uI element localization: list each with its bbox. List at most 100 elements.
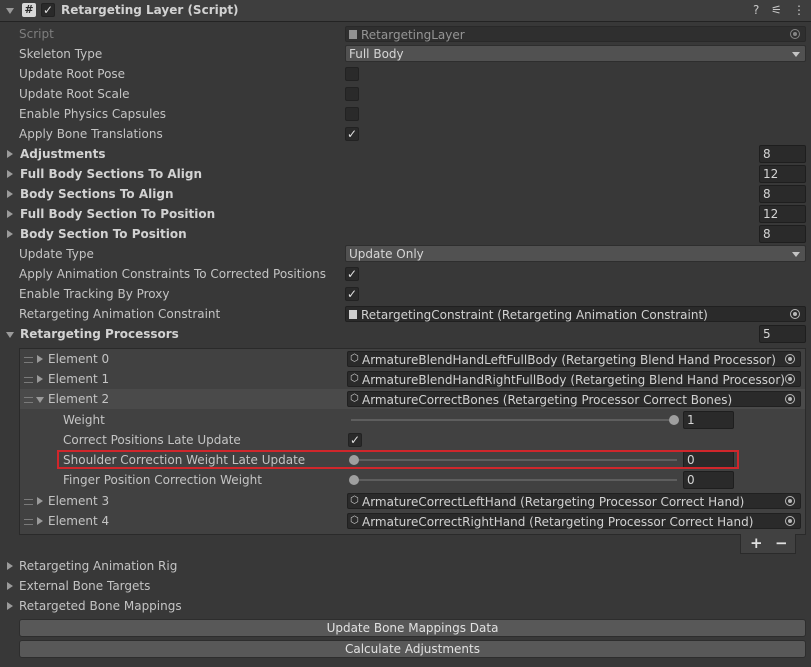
finger-position-correction-weight-slider-handle[interactable] [349, 475, 359, 485]
enable-tracking-by-proxy-checkbox[interactable]: ✓ [345, 287, 359, 301]
retargeted-bone-mappings-label: Retargeted Bone Mappings [19, 599, 182, 613]
apply-animation-constraints-checkbox[interactable]: ✓ [345, 267, 359, 281]
expand-arrow-icon[interactable] [37, 497, 43, 505]
retargeting-processors-size-field[interactable]: 5 [759, 325, 806, 343]
adjustments-row[interactable]: Adjustments 8 [0, 144, 811, 164]
remove-element-button[interactable]: − [775, 534, 788, 552]
finger-position-correction-weight-slider[interactable] [351, 479, 677, 481]
chevron-down-icon [792, 52, 800, 57]
body-section-to-position-row[interactable]: Body Section To Position 8 [0, 224, 811, 244]
collapse-arrow-icon[interactable] [6, 332, 14, 338]
expand-arrow-icon[interactable] [7, 562, 13, 570]
element-object-field[interactable]: ⬡ ArmatureBlendHandLeftFullBody (Retarge… [347, 351, 801, 367]
skeleton-type-row: Skeleton Type Full Body [0, 44, 811, 64]
object-picker-icon[interactable] [790, 309, 800, 319]
update-root-pose-checkbox[interactable] [345, 67, 359, 81]
retargeted-bone-mappings-foldout[interactable]: Retargeted Bone Mappings [0, 596, 811, 616]
weight-value-field[interactable]: 1 [683, 411, 734, 429]
highlight-box [57, 450, 739, 469]
drag-handle-icon[interactable] [24, 357, 33, 363]
list-item-selected: Element 2 ⬡ ArmatureCorrectBones (Retarg… [20, 389, 805, 409]
body-section-to-position-label: Body Section To Position [20, 227, 187, 241]
weight-slider[interactable] [351, 419, 677, 421]
object-picker-icon[interactable] [785, 354, 795, 364]
retargeting-animation-constraint-row: Retargeting Animation Constraint Retarge… [0, 304, 811, 324]
expand-arrow-icon[interactable] [7, 230, 13, 238]
update-root-scale-label: Update Root Scale [19, 87, 130, 101]
weight-slider-handle[interactable] [669, 415, 679, 425]
update-root-scale-checkbox[interactable] [345, 87, 359, 101]
object-picker-icon[interactable] [785, 394, 795, 404]
element-label: Element 1 [48, 372, 110, 386]
context-menu-icon[interactable]: ⋮ [793, 3, 805, 17]
settings-icon[interactable]: ⚟ [771, 3, 782, 17]
help-icon[interactable]: ? [753, 3, 759, 17]
drag-handle-icon[interactable] [24, 397, 33, 403]
body-sections-to-align-size-field[interactable]: 8 [759, 185, 806, 203]
object-picker-icon[interactable] [785, 496, 795, 506]
collapse-arrow-icon[interactable] [36, 397, 44, 403]
enable-physics-capsules-checkbox[interactable] [345, 107, 359, 121]
list-footer: + − [740, 534, 796, 554]
component-title: Retargeting Layer (Script) [61, 3, 239, 17]
element-object-field[interactable]: ⬡ ArmatureCorrectBones (Retargeting Proc… [347, 391, 801, 407]
calculate-adjustments-button[interactable]: Calculate Adjustments [19, 640, 806, 658]
calculate-adjustments-label: Calculate Adjustments [344, 642, 480, 656]
full-body-section-to-position-row[interactable]: Full Body Section To Position 12 [0, 204, 811, 224]
expand-arrow-icon[interactable] [7, 150, 13, 158]
finger-position-correction-weight-row: Finger Position Correction Weight 0 [0, 470, 811, 490]
element-object-value: ArmatureBlendHandRightFullBody (Retarget… [362, 373, 785, 387]
expand-arrow-icon[interactable] [7, 170, 13, 178]
expand-arrow-icon[interactable] [7, 582, 13, 590]
apply-bone-translations-row: Apply Bone Translations ✓ [0, 124, 811, 144]
expand-arrow-icon[interactable] [7, 602, 13, 610]
body-section-to-position-size-field[interactable]: 8 [759, 225, 806, 243]
retargeting-processors-row[interactable]: Retargeting Processors 5 [0, 324, 811, 344]
full-body-section-to-position-size-field[interactable]: 12 [759, 205, 806, 223]
component-enabled-checkbox[interactable]: ✓ [41, 3, 55, 17]
update-type-dropdown[interactable]: Update Only [345, 245, 806, 262]
script-file-icon [349, 310, 357, 319]
correct-positions-late-update-row: Correct Positions Late Update ✓ [0, 430, 811, 450]
finger-position-correction-weight-value-field[interactable]: 0 [683, 471, 734, 489]
body-sections-to-align-row[interactable]: Body Sections To Align 8 [0, 184, 811, 204]
retargeting-animation-rig-label: Retargeting Animation Rig [19, 559, 178, 573]
collapse-arrow-icon[interactable] [6, 8, 14, 14]
update-type-value: Update Only [349, 247, 424, 261]
external-bone-targets-foldout[interactable]: External Bone Targets [0, 576, 811, 596]
component-header: # ✓ Retargeting Layer (Script) ? ⚟ ⋮ [0, 0, 811, 22]
object-picker-icon[interactable] [785, 516, 795, 526]
correct-positions-late-update-checkbox[interactable]: ✓ [348, 433, 362, 447]
script-value: RetargetingLayer [361, 28, 465, 42]
full-body-sections-to-align-row[interactable]: Full Body Sections To Align 12 [0, 164, 811, 184]
element-object-field[interactable]: ⬡ ArmatureCorrectRightHand (Retargeting … [347, 513, 801, 529]
full-body-sections-to-align-size-value: 12 [763, 167, 779, 181]
skeleton-type-dropdown[interactable]: Full Body [345, 45, 806, 62]
apply-bone-translations-checkbox[interactable]: ✓ [345, 127, 359, 141]
object-picker-icon[interactable] [785, 374, 795, 384]
element-object-field[interactable]: ⬡ ArmatureCorrectLeftHand (Retargeting P… [347, 493, 801, 509]
full-body-section-to-position-label: Full Body Section To Position [20, 207, 216, 221]
expand-arrow-icon[interactable] [37, 375, 43, 383]
full-body-sections-to-align-size-field[interactable]: 12 [759, 165, 806, 183]
expand-arrow-icon[interactable] [37, 355, 43, 363]
drag-handle-icon[interactable] [24, 519, 33, 525]
drag-handle-icon[interactable] [24, 499, 33, 505]
apply-animation-constraints-label: Apply Animation Constraints To Corrected… [19, 267, 327, 281]
element-object-value: ArmatureCorrectRightHand (Retargeting Pr… [362, 515, 754, 529]
update-bone-mappings-label: Update Bone Mappings Data [326, 621, 499, 635]
adjustments-size-field[interactable]: 8 [759, 145, 806, 163]
skeleton-type-label: Skeleton Type [19, 47, 103, 61]
expand-arrow-icon[interactable] [7, 190, 13, 198]
element-object-field[interactable]: ⬡ ArmatureBlendHandRightFullBody (Retarg… [347, 371, 801, 387]
list-item: Element 0 ⬡ ArmatureBlendHandLeftFullBod… [20, 349, 805, 369]
retargeting-animation-rig-foldout[interactable]: Retargeting Animation Rig [0, 556, 811, 576]
script-icon: # [22, 3, 36, 17]
expand-arrow-icon[interactable] [37, 517, 43, 525]
update-bone-mappings-button[interactable]: Update Bone Mappings Data [19, 619, 806, 637]
add-element-button[interactable]: + [750, 534, 763, 552]
expand-arrow-icon[interactable] [7, 210, 13, 218]
chevron-down-icon [792, 252, 800, 257]
retargeting-animation-constraint-field[interactable]: RetargetingConstraint (Retargeting Anima… [345, 306, 806, 322]
drag-handle-icon[interactable] [24, 377, 33, 383]
